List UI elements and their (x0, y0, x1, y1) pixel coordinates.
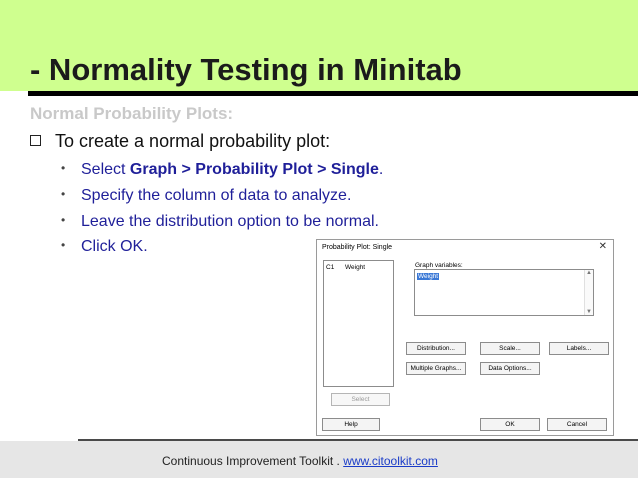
sub-bullet-text: Specify the column of data to analyze. (81, 187, 352, 204)
probability-plot-dialog: Probability Plot: Single ✕ C1 Weight Grap… (316, 239, 614, 436)
dialog-title: Probability Plot: Single (322, 244, 393, 251)
bullet-dot-icon: • (61, 213, 66, 227)
data-options-button[interactable]: Data Options... (480, 362, 540, 375)
footer: Continuous Improvement Toolkit . www.cit… (162, 454, 438, 468)
select-button[interactable]: Select (331, 393, 390, 406)
main-bullet: To create a normal probability plot: (30, 131, 330, 152)
section-heading: Normal Probability Plots: (30, 104, 234, 123)
bullet-dot-icon: • (61, 187, 66, 201)
sub-bullet-text: Leave the distribution option to be norm… (81, 213, 379, 230)
graph-variables-scrollbar[interactable]: ▲ ▼ (584, 270, 593, 315)
sub-bullet-menu-path: Graph > Probability Plot > Single (129, 161, 379, 178)
sub-bullet-suffix: . (378, 161, 384, 178)
graph-variables-value: Weight (417, 273, 440, 280)
sub-bullet: • Click OK. (61, 238, 148, 256)
scroll-up-icon[interactable]: ▲ (586, 270, 592, 276)
variable-column-id: C1 (326, 264, 335, 271)
variable-list[interactable]: C1 Weight (323, 260, 394, 387)
sub-bullet-prefix: Select (81, 161, 130, 178)
bullet-dot-icon: • (61, 238, 66, 252)
scale-button[interactable]: Scale... (480, 342, 540, 355)
checkbox-bullet-icon (30, 135, 41, 146)
sub-bullet: • Leave the distribution option to be nor… (61, 213, 379, 231)
footer-text: Continuous Improvement Toolkit . (162, 454, 344, 468)
multiple-graphs-button[interactable]: Multiple Graphs... (406, 362, 466, 375)
graph-variables-input[interactable]: Weight ▲ ▼ (414, 269, 594, 316)
sub-bullet-text: Click OK. (81, 238, 148, 255)
ok-button[interactable]: OK (480, 418, 540, 431)
cancel-button[interactable]: Cancel (547, 418, 607, 431)
variable-name: Weight (345, 264, 366, 271)
title-rule (28, 91, 638, 96)
main-bullet-text: To create a normal probability plot: (55, 131, 331, 151)
list-item[interactable]: C1 Weight (326, 264, 365, 271)
graph-variables-label: Graph variables: (415, 262, 463, 269)
sub-bullet: • Specify the column of data to analyze. (61, 187, 351, 205)
close-icon[interactable]: ✕ (599, 241, 607, 252)
bullet-dot-icon: • (61, 161, 66, 175)
help-button[interactable]: Help (322, 418, 380, 431)
slide-title: - Normality Testing in Minitab (30, 52, 462, 87)
labels-button[interactable]: Labels... (549, 342, 609, 355)
footer-link[interactable]: www.citoolkit.com (343, 454, 438, 468)
distribution-button[interactable]: Distribution... (406, 342, 466, 355)
sub-bullet: • Select Graph > Probability Plot > Singl… (61, 161, 383, 179)
scroll-down-icon[interactable]: ▼ (586, 309, 592, 315)
